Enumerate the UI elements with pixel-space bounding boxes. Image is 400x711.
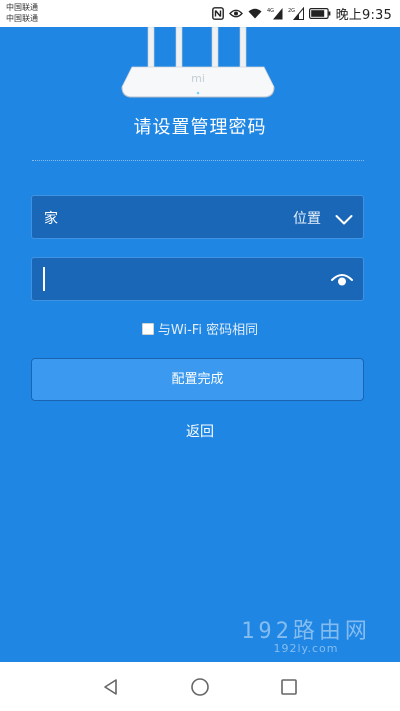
same-as-wifi-row[interactable]: 与Wi-Fi 密码相同 — [0, 319, 400, 338]
divider — [32, 160, 364, 161]
same-as-wifi-label[interactable]: 与Wi-Fi 密码相同 — [158, 319, 258, 338]
status-bar: 中国联通 中国联通 4G 2G 晚上9:35 — [0, 0, 400, 27]
back-link[interactable]: 返回 — [0, 421, 400, 441]
signal-icon-2: 2G — [288, 6, 304, 20]
recent-square-icon[interactable] — [279, 677, 299, 697]
carrier-label-2: 中国联通 — [6, 14, 38, 23]
wifi-icon — [248, 8, 262, 19]
location-select[interactable]: 家 位置 — [31, 195, 364, 239]
show-password-icon[interactable] — [331, 272, 353, 291]
router-illustration: mi — [121, 27, 275, 98]
back-triangle-icon[interactable] — [101, 677, 121, 697]
battery-icon — [308, 7, 331, 19]
location-label: 位置 — [293, 211, 321, 227]
router-brand-logo: mi — [191, 72, 205, 85]
navigation-bar — [0, 662, 400, 711]
chevron-down-icon[interactable] — [335, 211, 353, 230]
same-as-wifi-checkbox[interactable] — [141, 322, 154, 335]
watermark: 192路由网 192ly.com — [226, 613, 386, 655]
setup-panel: mi 请设置管理密码 家 位置 与Wi-Fi 密码相同 配置完成 返回 192路… — [0, 27, 400, 662]
nfc-icon — [211, 6, 224, 20]
network-type-1: 4G — [267, 8, 274, 14]
signal-icon-1: 4G — [267, 7, 283, 20]
finish-setup-button[interactable]: 配置完成 — [31, 358, 364, 401]
page-title: 请设置管理密码 — [133, 117, 267, 138]
status-icons: 4G 2G 晚上9:35 — [211, 5, 392, 23]
eye-comfort-icon — [228, 8, 243, 19]
location-value: 家 — [44, 211, 58, 227]
home-circle-icon[interactable] — [190, 677, 210, 697]
carrier-label-1: 中国联通 — [6, 3, 38, 12]
admin-password-input[interactable] — [31, 257, 364, 301]
text-cursor — [43, 267, 45, 291]
network-type-2: 2G — [288, 8, 295, 14]
status-time: 晚上9:35 — [335, 7, 392, 23]
watermark-main: 192路由网 — [241, 619, 371, 644]
